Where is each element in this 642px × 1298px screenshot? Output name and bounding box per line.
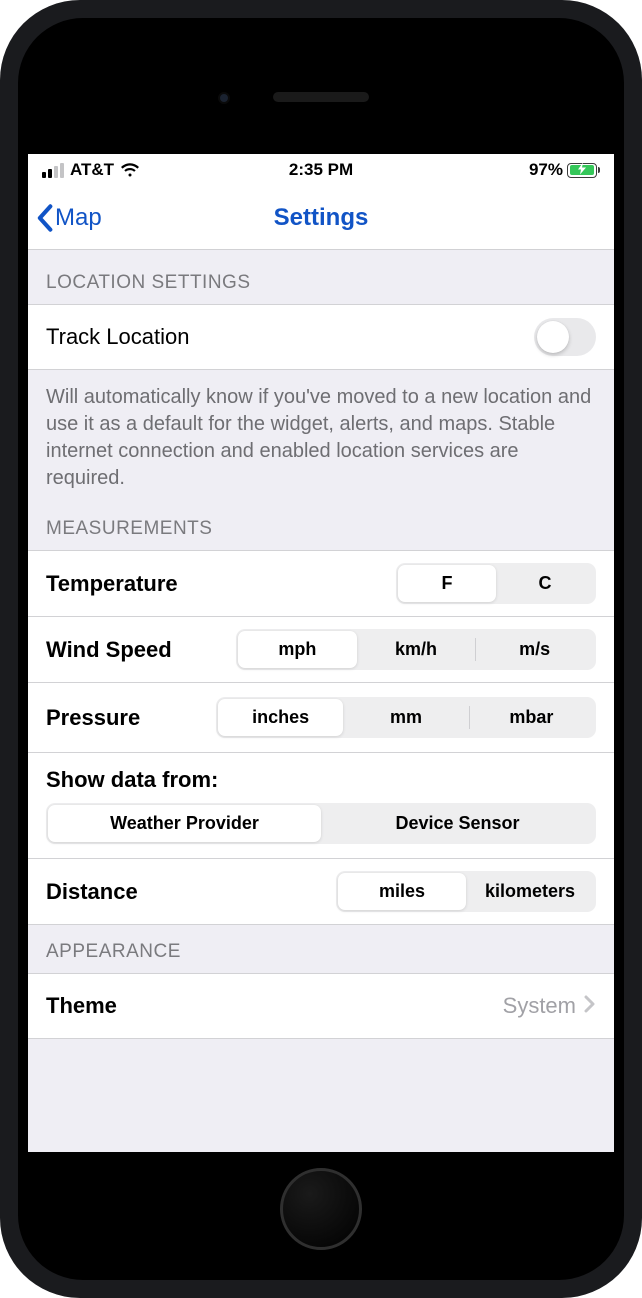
wind-speed-segmented[interactable]: mph km/h m/s <box>236 629 596 670</box>
page-title: Settings <box>274 204 369 232</box>
toggle-knob <box>537 321 569 353</box>
charging-bolt-icon <box>578 163 586 178</box>
back-label: Map <box>55 204 102 232</box>
segment-distance-km[interactable]: kilometers <box>466 873 594 910</box>
segment-distance-miles[interactable]: miles <box>338 873 466 910</box>
battery-percent-label: 97% <box>529 160 563 180</box>
status-time: 2:35 PM <box>289 160 353 180</box>
segment-pressure-inches[interactable]: inches <box>218 699 343 736</box>
theme-value: System <box>503 993 576 1019</box>
battery-icon <box>567 163 600 178</box>
theme-row[interactable]: Theme System <box>28 973 614 1039</box>
distance-segmented[interactable]: miles kilometers <box>336 871 596 912</box>
section-header-appearance: APPEARANCE <box>28 925 614 973</box>
home-button[interactable] <box>280 1168 362 1250</box>
pressure-label: Pressure <box>46 705 140 731</box>
temperature-row: Temperature F C <box>28 550 614 617</box>
chevron-left-icon <box>36 204 53 232</box>
distance-row: Distance miles kilometers <box>28 859 614 925</box>
phone-frame: AT&T 2:35 PM 97% <box>0 0 642 1298</box>
track-location-row: Track Location <box>28 304 614 370</box>
status-bar: AT&T 2:35 PM 97% <box>28 154 614 186</box>
section-header-measurements: MEASUREMENTS <box>28 502 614 550</box>
pressure-segmented[interactable]: inches mm mbar <box>216 697 596 738</box>
segment-wind-ms[interactable]: m/s <box>475 631 594 668</box>
wind-speed-label: Wind Speed <box>46 637 172 663</box>
carrier-label: AT&T <box>70 160 114 180</box>
segment-temperature-f[interactable]: F <box>398 565 496 602</box>
wifi-icon <box>120 163 140 178</box>
nav-bar: Map Settings <box>28 186 614 250</box>
settings-content[interactable]: LOCATION SETTINGS Track Location Will au… <box>28 250 614 1152</box>
screen: AT&T 2:35 PM 97% <box>28 154 614 1152</box>
track-location-toggle[interactable] <box>534 318 596 356</box>
temperature-segmented[interactable]: F C <box>396 563 596 604</box>
data-source-segmented[interactable]: Weather Provider Device Sensor <box>46 803 596 844</box>
data-source-label: Show data from: <box>46 767 596 793</box>
theme-label: Theme <box>46 993 117 1019</box>
wind-speed-row: Wind Speed mph km/h m/s <box>28 617 614 683</box>
segment-pressure-mbar[interactable]: mbar <box>469 699 594 736</box>
section-header-location: LOCATION SETTINGS <box>28 250 614 304</box>
temperature-label: Temperature <box>46 571 178 597</box>
cellular-signal-icon <box>42 163 64 178</box>
segment-temperature-c[interactable]: C <box>496 565 594 602</box>
phone-bezel-bottom <box>28 1152 614 1270</box>
segment-source-provider[interactable]: Weather Provider <box>48 805 321 842</box>
segment-wind-kmh[interactable]: km/h <box>357 631 476 668</box>
segment-wind-mph[interactable]: mph <box>238 631 357 668</box>
pressure-row: Pressure inches mm mbar <box>28 683 614 753</box>
front-camera <box>218 92 230 104</box>
segment-pressure-mm[interactable]: mm <box>343 699 468 736</box>
data-source-row: Show data from: Weather Provider Device … <box>28 753 614 859</box>
track-location-description: Will automatically know if you've moved … <box>28 370 614 502</box>
track-location-label: Track Location <box>46 324 189 350</box>
distance-label: Distance <box>46 879 138 905</box>
chevron-right-icon <box>584 995 596 1018</box>
phone-bezel-top <box>28 28 614 154</box>
earpiece-speaker <box>273 92 369 102</box>
back-button[interactable]: Map <box>28 204 102 232</box>
segment-source-sensor[interactable]: Device Sensor <box>321 805 594 842</box>
